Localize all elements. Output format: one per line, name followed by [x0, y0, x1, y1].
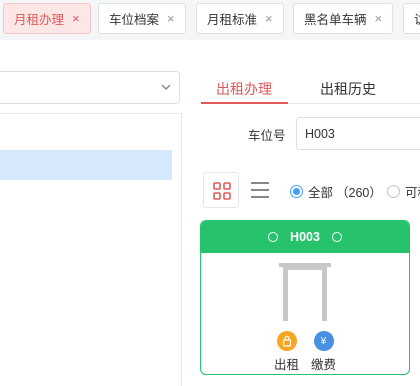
grid-icon	[213, 182, 231, 200]
filter-label: 可租	[405, 186, 420, 200]
tab-visitor[interactable]: 访	[403, 3, 420, 34]
parking-tree	[0, 113, 182, 386]
area-select[interactable]	[0, 71, 180, 104]
card-header: H003	[201, 221, 409, 253]
tab-strip: 月租办理 × 车位档案 × 月租标准 × 黑名单车辆 × 访	[0, 0, 420, 40]
ring-icon	[331, 232, 342, 242]
radio-dot	[290, 185, 303, 198]
close-icon[interactable]: ×	[167, 11, 175, 26]
tab-label: 月租办理	[14, 13, 65, 27]
tab-blacklist-vehicles[interactable]: 黑名单车辆 ×	[293, 3, 394, 34]
tab-parking-archive[interactable]: 车位档案 ×	[98, 3, 186, 34]
tab-rental-standard[interactable]: 月租标准 ×	[196, 3, 284, 34]
lock-icon	[276, 331, 297, 351]
space-number-label: 车位号	[248, 129, 286, 143]
space-number: H003	[290, 230, 320, 244]
filter-count: （260）	[336, 186, 382, 200]
filter-all-radio[interactable]: 全部 （260）	[290, 182, 382, 201]
filter-available-radio[interactable]: 可租	[387, 182, 420, 201]
parking-space-card[interactable]: H003 出租 ¥ 缴费	[200, 220, 410, 375]
rent-out-button[interactable]: 出租	[274, 331, 299, 373]
active-tab-indicator	[201, 102, 288, 104]
yen-icon: ¥	[313, 331, 334, 351]
parking-gate-icon	[279, 263, 331, 321]
tab-label: 黑名单车辆	[304, 13, 367, 27]
ring-icon	[268, 232, 279, 242]
tab-rental-handling[interactable]: 出租办理	[216, 79, 272, 99]
grid-view-button[interactable]	[203, 172, 239, 208]
tab-label: 车位档案	[109, 13, 160, 27]
radio-dot	[387, 185, 400, 198]
tab-rental-history[interactable]: 出租历史	[320, 79, 376, 99]
close-icon[interactable]: ×	[375, 11, 383, 26]
tree-row-selected[interactable]	[0, 150, 172, 180]
list-view-button[interactable]	[246, 178, 274, 202]
close-icon[interactable]: ×	[72, 11, 80, 26]
space-number-input[interactable]	[296, 117, 420, 150]
filter-label: 全部	[308, 186, 334, 200]
action-label: 缴费	[311, 358, 337, 372]
close-icon[interactable]: ×	[265, 11, 273, 26]
tab-monthly-rental[interactable]: 月租办理 ×	[3, 3, 91, 34]
action-label: 出租	[274, 358, 300, 372]
tab-label: 月租标准	[207, 13, 258, 27]
pay-fee-button[interactable]: ¥ 缴费	[311, 331, 336, 373]
tab-label: 访	[414, 9, 420, 28]
chevron-down-icon	[161, 84, 171, 90]
